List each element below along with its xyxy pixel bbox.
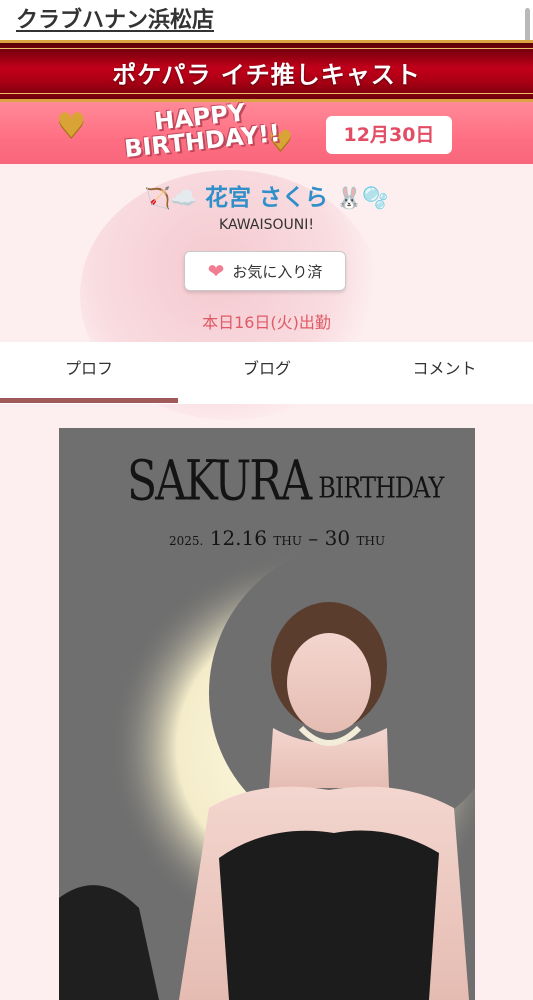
favorite-button-label: お気に入り済: [232, 262, 323, 281]
active-tab-indicator: [0, 398, 178, 403]
profile-tabs: プロフ ブログ コメント: [0, 342, 533, 404]
recommended-cast-banner: ポケパラ イチ推しキャスト: [0, 40, 533, 102]
gold-heart-icon: ♥: [56, 106, 87, 146]
poster-date-year: 2025.: [169, 534, 204, 548]
tab-blog[interactable]: ブログ: [178, 342, 356, 400]
schedule-text: 本日16日(火)出勤: [202, 313, 331, 332]
tab-comment[interactable]: コメント: [356, 342, 533, 400]
face-shape: [287, 633, 371, 733]
poster-date-start: 12.16: [209, 526, 267, 550]
poster-date-end-day: THU: [356, 534, 386, 548]
birthday-poster-image[interactable]: SAKURA BIRTHDAY 2025. 12.16 THU – 30 THU: [59, 428, 475, 1000]
birthday-date-badge: 12月30日: [326, 116, 452, 154]
rabbit-bubbles-emoji-icon: 🐰🫧: [336, 186, 389, 210]
poster-title: SAKURA BIRTHDAY: [127, 450, 444, 514]
poster-title-sub: BIRTHDAY: [318, 471, 444, 505]
poster-dates: 2025. 12.16 THU – 30 THU: [169, 526, 385, 550]
poster-date-separator: –: [308, 526, 319, 550]
bow-cloud-emoji-icon: 🏹☁️: [144, 186, 197, 210]
cast-name: 🏹☁️ 花宮 さくら 🐰🫧: [0, 178, 533, 212]
leather-top-shape: [219, 830, 439, 1000]
poster-artwork: [59, 543, 475, 1000]
store-name-link[interactable]: クラブハナン浜松店: [16, 2, 214, 34]
top-header: クラブハナン浜松店: [0, 0, 533, 40]
poster-title-main: SAKURA: [127, 449, 312, 514]
cast-name-text: 花宮 さくら: [204, 185, 328, 211]
poster-date-start-day: THU: [273, 534, 302, 548]
heart-icon: ❤: [207, 259, 225, 283]
tab-profile[interactable]: プロフ: [0, 342, 178, 400]
banner-title: ポケパラ イチ推しキャスト: [112, 61, 421, 89]
favorite-button[interactable]: ❤ お気に入り済: [184, 251, 346, 291]
cast-subtitle: KAWAISOUNI!: [219, 217, 314, 233]
skirt-shape: [59, 885, 159, 1000]
poster-date-end: 30: [324, 526, 351, 550]
birthday-strip: ♥ ♥ HAPPY BIRTHDAY!!: [0, 98, 533, 164]
